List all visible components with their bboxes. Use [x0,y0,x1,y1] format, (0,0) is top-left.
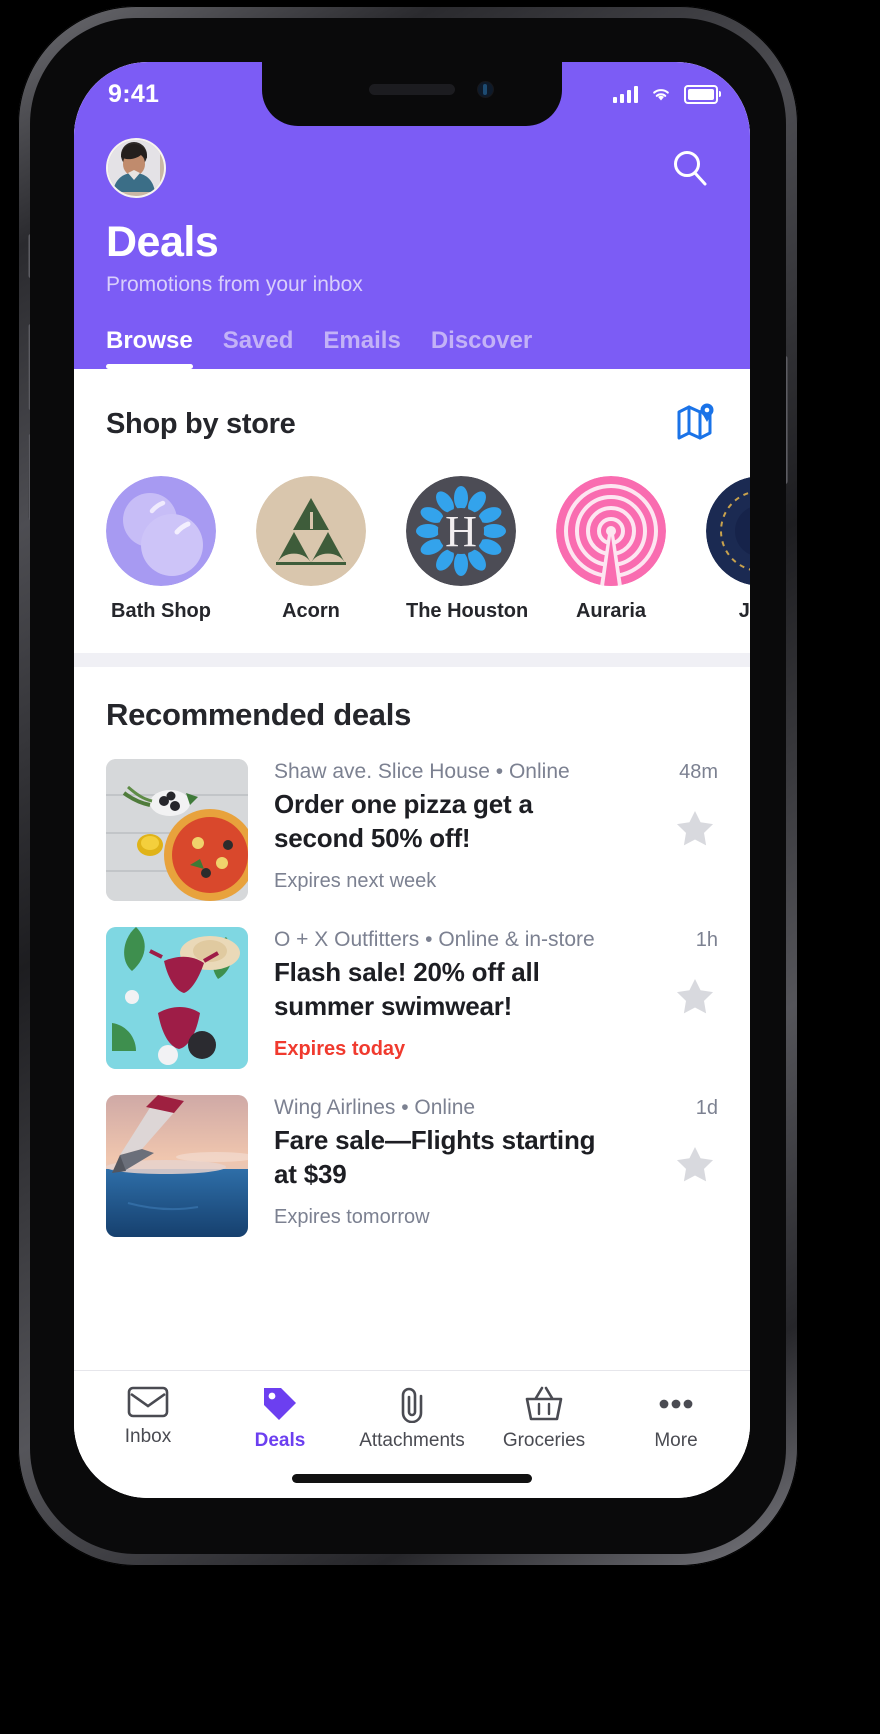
deal-content: Shaw ave. Slice House • Online Order one… [274,759,600,893]
ellipsis-icon [659,1399,693,1409]
deal-store-line: O + X Outfitters • Online & in-store [274,928,595,952]
tab-emails[interactable]: Emails [323,327,400,369]
nav-label: Attachments [359,1430,465,1451]
page-subtitle: Promotions from your inbox [106,273,363,297]
avatar[interactable] [106,138,166,198]
star-icon [676,811,714,846]
map-pin-icon [677,403,714,440]
save-deal-button[interactable] [672,974,718,1025]
deal-expiry: Expires next week [274,869,437,892]
notch [262,62,562,126]
nav-label: Inbox [124,1426,172,1447]
phone-bezel: 9:41 Deals Promotions from your inbox Br… [30,18,786,1554]
earpiece-speaker [369,84,455,95]
shop-by-store-section: Shop by store Bath Shop Acorn H The Hous… [74,369,750,654]
deal-list-item[interactable]: Shaw ave. Slice House • Online Order one… [74,733,750,902]
nav-label: Deals [254,1430,306,1451]
nav-item-inbox[interactable]: Inbox [82,1385,214,1452]
deals-app: 9:41 Deals Promotions from your inbox Br… [74,62,750,1498]
deal-store-line: Wing Airlines • Online [274,1096,476,1120]
store-item-bath-shop[interactable]: Bath Shop [106,476,216,623]
deal-expiry: Expires tomorrow [274,1205,430,1228]
triangles-trees-logo-icon [256,476,366,587]
store-label: Jack [738,600,750,623]
nav-label: More [654,1430,698,1451]
screenshot-stage: 9:41 Deals Promotions from your inbox Br… [0,0,880,1734]
store-label: Acorn [282,600,340,623]
wifi-icon [653,89,669,101]
tab-discover[interactable]: Discover [431,327,532,369]
bubbles-logo-icon [106,476,216,587]
deal-thumbnail-airplane [106,1095,248,1238]
search-button[interactable] [662,140,718,196]
deal-timestamp: 1d [695,1097,718,1120]
store-label: Auraria [575,600,647,623]
phone-screen: 9:41 Deals Promotions from your inbox Br… [74,62,750,1498]
phone-device-frame: 9:41 Deals Promotions from your inbox Br… [18,6,798,1566]
dark-blue-logo-icon [706,476,750,586]
tag-icon [264,1388,296,1420]
broadcast-tower-logo-icon [556,476,666,587]
nav-item-groceries[interactable]: Groceries [478,1385,610,1452]
store-label: Bath Shop [111,600,211,623]
letter-h-wreath-logo-icon: H [406,476,516,587]
recommended-deals-section: Recommended deals Shaw ave. Slice House … [74,667,750,1370]
nav-item-more[interactable]: More [610,1385,742,1452]
basket-icon [525,1386,563,1421]
deal-title: Fare sale—Flights starting at $39 [274,1125,596,1190]
deal-store-line: Shaw ave. Slice House • Online [274,760,570,784]
section-divider [74,653,750,668]
home-indicator[interactable] [292,1473,532,1483]
store-item-jack[interactable]: Jack [706,476,750,623]
page-title: Deals [106,218,219,266]
deal-meta: 1d [626,1095,718,1193]
store-item-the-houston[interactable]: H The Houston [406,476,529,623]
deal-content: Wing Airlines • Online Fare sale—Flights… [274,1095,600,1229]
store-label: The Houston [406,600,529,623]
cellular-bars-icon [613,85,638,103]
recommended-deals-title: Recommended deals [106,697,412,733]
deal-content: O + X Outfitters • Online & in-store Fla… [274,927,600,1061]
deal-list-item[interactable]: Wing Airlines • Online Fare sale—Flights… [74,1069,750,1238]
deal-timestamp: 48m [679,761,718,784]
deal-thumbnail-pizza [106,759,248,902]
save-deal-button[interactable] [672,1142,718,1193]
battery-full-icon [684,84,721,104]
envelope-icon [127,1386,169,1418]
deal-title: Order one pizza get a second 50% off! [274,789,533,854]
deal-thumbnail-swimwear [106,927,248,1070]
status-bar-time: 9:41 [108,79,160,108]
nav-item-attachments[interactable]: Attachments [346,1385,478,1452]
deal-timestamp: 1h [695,929,718,952]
status-bar-indicators [613,84,721,104]
nav-item-deals[interactable]: Deals [214,1385,346,1452]
front-camera-icon [478,82,493,97]
save-deal-button[interactable] [672,806,718,857]
shop-by-store-title: Shop by store [106,408,296,441]
tab-browse[interactable]: Browse [106,327,193,370]
deal-expiry: Expires today [274,1037,406,1060]
nav-label: Groceries [502,1430,586,1451]
deal-meta: 48m [626,759,718,857]
tab-saved[interactable]: Saved [223,327,294,369]
header-toolbar [106,126,718,198]
stores-scroller[interactable]: Bath Shop Acorn H The Houston Auraria J [74,446,750,623]
store-item-auraria[interactable]: Auraria [556,476,666,623]
svg-text:H: H [445,507,477,556]
search-icon [674,151,707,186]
tab-bar: Browse Saved Emails Discover [106,327,718,370]
bottom-navigation-bar: Inbox Deals Attachments Groceries More [74,1370,750,1458]
deal-title: Flash sale! 20% off all summer swimwear! [274,957,540,1022]
store-item-acorn[interactable]: Acorn [256,476,366,623]
shop-by-store-header: Shop by store [74,403,750,446]
paperclip-icon [401,1387,423,1423]
deal-meta: 1h [626,927,718,1025]
deal-list-item[interactable]: O + X Outfitters • Online & in-store Fla… [74,901,750,1070]
star-icon [676,979,714,1014]
star-icon [676,1147,714,1182]
map-button[interactable] [676,403,718,446]
home-indicator-area [74,1458,750,1498]
